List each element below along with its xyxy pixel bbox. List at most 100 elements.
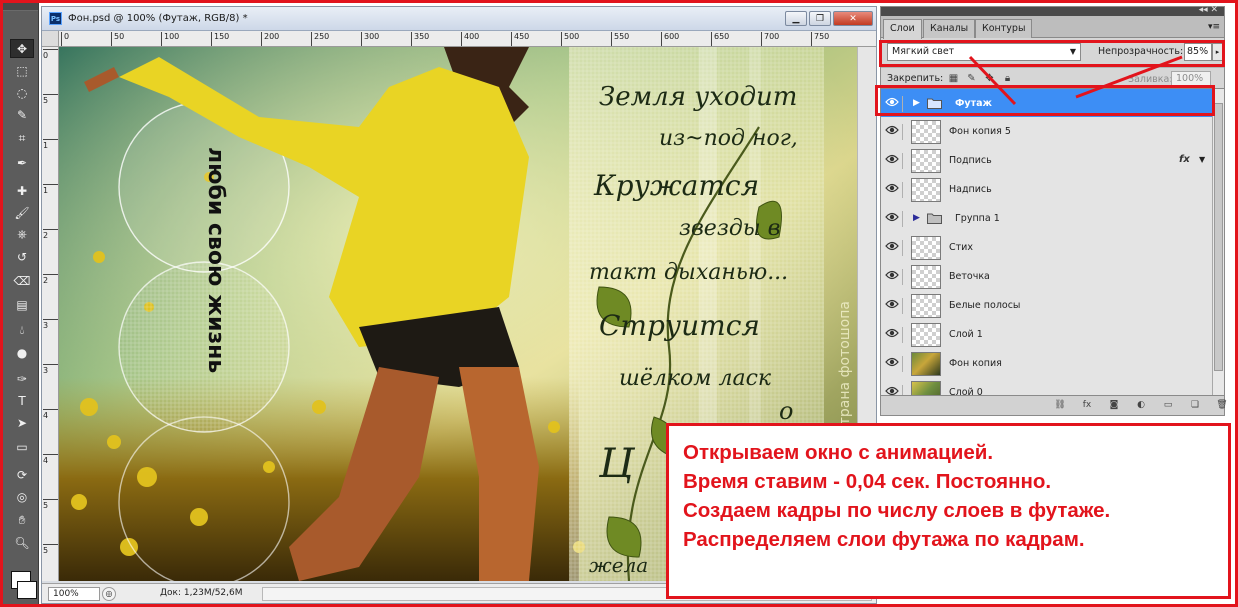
pen-tool-button[interactable]: ✑ xyxy=(10,369,34,388)
zoom-level-field[interactable]: 100% xyxy=(48,587,100,601)
layer-name: Фон копия xyxy=(949,358,1002,369)
layer-row[interactable]: Слой 1 xyxy=(881,320,1212,350)
eraser-tool-button[interactable]: ⌫ xyxy=(10,271,34,290)
tab-paths[interactable]: Контуры xyxy=(975,19,1033,38)
path-select-tool-button[interactable]: ➤ xyxy=(10,413,34,432)
document-size: Док: 1,23M/52,6M xyxy=(160,588,243,598)
visibility-eye-icon[interactable] xyxy=(885,269,903,285)
ruler-left-tick: 3 xyxy=(43,319,58,330)
history-brush-tool-button[interactable]: ↺ xyxy=(10,247,34,266)
gradient-tool-button[interactable]: ▤ xyxy=(10,295,34,314)
tools-panel-grip[interactable] xyxy=(3,3,38,11)
crop-tool-button[interactable]: ⌗ xyxy=(10,129,34,148)
layer-row[interactable]: Подпись fx ▼ xyxy=(881,146,1212,176)
poem-line-7: шёлком ласк xyxy=(619,366,772,391)
brush-tool-button[interactable]: 🖌︎ xyxy=(10,203,34,222)
visibility-eye-icon[interactable] xyxy=(885,124,903,140)
trash-icon[interactable]: 🗑︎ xyxy=(1215,399,1229,412)
fx-icon[interactable]: fx xyxy=(1080,399,1094,412)
layer-row[interactable]: Стих xyxy=(881,233,1212,263)
document-titlebar[interactable]: Ps Фон.psd @ 100% (Футаж, RGB/8) * ▁ ❐ ✕ xyxy=(42,7,876,31)
lock-pixels-icon[interactable]: ✎ xyxy=(965,72,978,85)
layer-row[interactable]: Надпись xyxy=(881,175,1212,205)
layer-thumbnail xyxy=(911,381,941,395)
expand-group-icon[interactable]: ▶ xyxy=(913,213,920,223)
visibility-eye-icon[interactable] xyxy=(885,385,903,395)
layer-row[interactable]: Фон копия 5 xyxy=(881,117,1212,147)
poem-line-3: Кружатся xyxy=(593,169,759,202)
vertical-ruler[interactable]: 0 5 1 1 2 2 3 3 4 4 5 5 xyxy=(42,47,59,581)
marquee-tool-button[interactable]: ⬚ xyxy=(10,61,34,80)
layer-group-row[interactable]: ▶ Группа 1 xyxy=(881,204,1212,234)
panel-grip[interactable]: ◂◂ ✕ xyxy=(881,5,1224,16)
chevron-down-icon[interactable]: ▼ xyxy=(1199,155,1205,164)
3d-rotate-tool-button[interactable]: ⟳ xyxy=(10,465,34,484)
quick-select-tool-button[interactable]: ✎ xyxy=(10,105,34,124)
layer-row[interactable]: Слой 0 xyxy=(881,378,1212,395)
dodge-tool-button[interactable]: ● xyxy=(10,343,34,362)
blur-tool-button[interactable]: 💧︎ xyxy=(10,321,34,340)
visibility-eye-icon[interactable] xyxy=(885,356,903,372)
restore-button[interactable]: ❐ xyxy=(809,11,831,26)
visibility-eye-icon[interactable] xyxy=(885,182,903,198)
ruler-left-tick: 2 xyxy=(43,274,58,285)
poem-line-10: жела xyxy=(589,553,648,577)
layer-name: Стих xyxy=(949,242,973,253)
visibility-eye-icon[interactable] xyxy=(885,327,903,343)
visibility-eye-icon[interactable] xyxy=(885,240,903,256)
panel-menu-icon[interactable]: ▾≡ xyxy=(1208,22,1220,32)
history-brush-tool-icon: ↺ xyxy=(16,249,28,264)
layer-thumbnail xyxy=(911,352,941,376)
poem-line-6: Струится xyxy=(599,309,760,342)
eyedropper-tool-button[interactable]: ✒ xyxy=(10,153,34,172)
ruler-top-tick: 150 xyxy=(211,32,229,46)
panel-collapse-icon[interactable]: ◂◂ ✕ xyxy=(1199,5,1218,15)
lock-position-icon[interactable]: ✥ xyxy=(983,72,996,85)
minimize-button[interactable]: ▁ xyxy=(785,11,807,26)
horizontal-ruler[interactable]: 0 50 100 150 200 250 300 350 400 450 500 550 600 650 7… xyxy=(59,31,876,47)
3d-orbit-tool-button[interactable]: ◎ xyxy=(10,487,34,506)
visibility-eye-icon[interactable] xyxy=(885,153,903,169)
crop-tool-icon: ⌗ xyxy=(18,131,26,145)
layer-name: Слой 0 xyxy=(949,387,983,395)
healing-tool-button[interactable]: ✚ xyxy=(10,181,34,200)
mask-icon[interactable]: ◙ xyxy=(1107,399,1121,412)
layer-thumbnail xyxy=(911,120,941,144)
layer-name: Группа 1 xyxy=(955,213,1000,224)
layers-scroll-thumb[interactable] xyxy=(1214,103,1223,371)
layer-effects-icon[interactable]: fx xyxy=(1179,154,1190,165)
layer-row[interactable]: Фон копия xyxy=(881,349,1212,379)
vertical-slogan: люби свою жизнь xyxy=(203,147,228,373)
hand-tool-button[interactable]: ✋︎ xyxy=(10,511,34,530)
folder-icon[interactable]: ▭ xyxy=(1161,399,1175,412)
adjustment-icon[interactable]: ◐ xyxy=(1134,399,1148,412)
visibility-eye-icon[interactable] xyxy=(885,211,903,227)
stamp-tool-button[interactable]: ⎈ xyxy=(10,225,34,244)
ruler-top-tick: 700 xyxy=(761,32,779,46)
new-layer-icon[interactable]: ❏ xyxy=(1188,399,1202,412)
zoom-tool-button[interactable]: 🔍︎ xyxy=(10,533,34,552)
shape-tool-button[interactable]: ▭ xyxy=(10,437,34,456)
type-tool-button[interactable]: T xyxy=(10,391,34,410)
background-color-swatch[interactable] xyxy=(17,581,37,599)
visibility-eye-icon[interactable] xyxy=(885,298,903,314)
tab-channels[interactable]: Каналы xyxy=(923,19,976,38)
lock-all-icon[interactable]: 🔒︎ xyxy=(1001,72,1014,85)
layer-thumbnail xyxy=(911,294,941,318)
tab-layers[interactable]: Слои xyxy=(883,19,922,39)
ruler-corner[interactable] xyxy=(42,31,59,47)
layer-row[interactable]: Белые полосы xyxy=(881,291,1212,321)
layer-row[interactable]: Веточка xyxy=(881,262,1212,292)
layers-scrollbar[interactable] xyxy=(1212,89,1224,395)
instruction-line-2: Время ставим - 0,04 сек. Постоянно. xyxy=(683,470,1052,493)
instruction-line-1: Открываем окно с анимацией. xyxy=(683,441,994,464)
layer-name: Надпись xyxy=(949,184,992,195)
link-icon[interactable]: ⛓︎ xyxy=(1053,399,1067,412)
close-button[interactable]: ✕ xyxy=(833,11,873,26)
lock-transparency-icon[interactable]: ▦ xyxy=(947,72,960,85)
move-tool-button[interactable]: ✥ xyxy=(10,39,34,58)
lasso-tool-button[interactable]: ◌ xyxy=(10,83,34,102)
ruler-left-tick: 1 xyxy=(43,139,58,150)
status-menu-icon[interactable]: ◎ xyxy=(102,587,116,601)
poem-line-4: звезды в xyxy=(679,216,780,241)
